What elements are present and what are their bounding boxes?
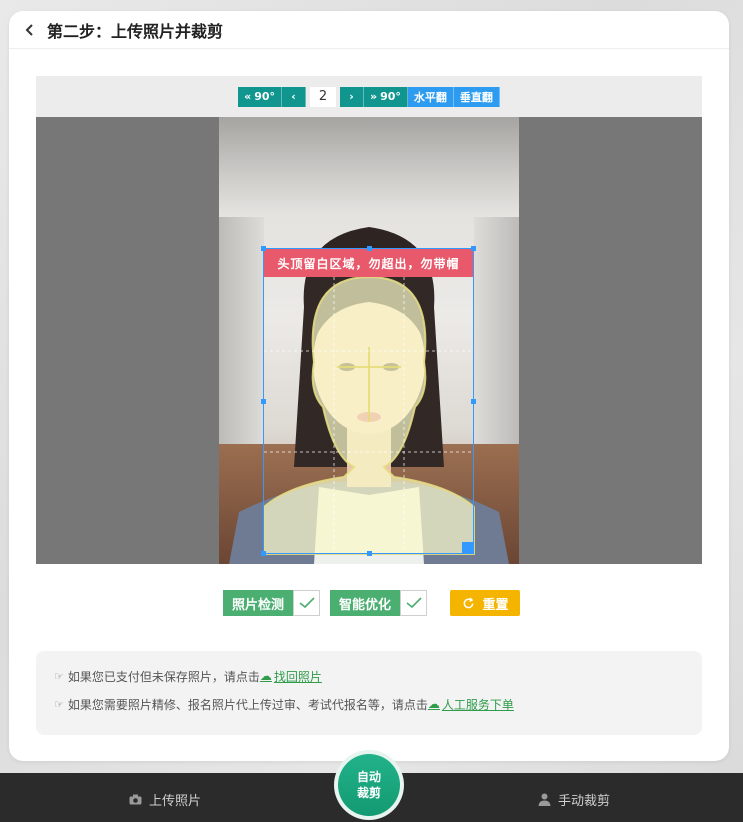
checkmark-icon: [406, 597, 422, 609]
flip-vertical-button[interactable]: 垂直翻: [453, 86, 500, 107]
back-button[interactable]: [15, 15, 45, 45]
recover-photo-link[interactable]: ☁ 找回照片: [260, 668, 322, 685]
notice-recover-text: 如果您已支付但未保存照片，请点击: [67, 669, 260, 684]
action-row: 照片检测 智能优化 重置: [9, 589, 729, 617]
rotate-left-90-button[interactable]: « 90°: [238, 86, 282, 107]
chevron-right-icon: ›: [349, 90, 354, 103]
photo-check-label[interactable]: 照片检测: [222, 590, 293, 616]
notice-service-text: 如果您需要照片精修、报名照片代上传过审、考试代报名等，请点击: [67, 697, 428, 712]
editor-toolbar: « 90° ‹ 2 › » 90° 水平翻 垂直翻: [36, 76, 702, 117]
photo-check-checkbox[interactable]: [293, 590, 320, 616]
reset-label: 重置: [482, 597, 509, 613]
rotate-right-90-button[interactable]: » 90°: [364, 86, 408, 107]
crop-handle-left[interactable]: [261, 399, 266, 404]
double-chevron-right-icon: »: [370, 90, 378, 103]
smart-optimize-label[interactable]: 智能优化: [330, 590, 401, 616]
crop-hint-banner: 头顶留白区域，勿超出，勿带帽: [264, 249, 473, 277]
crop-handle-bottom-left[interactable]: [261, 551, 266, 556]
photo-check-toggle[interactable]: 照片检测: [222, 590, 320, 616]
crop-card: 第二步：上传照片并裁剪 « 90° ‹ 2 › » 90° 水平翻 垂直翻 头顶…: [9, 11, 729, 761]
upload-photo-tab[interactable]: 上传照片: [129, 790, 201, 809]
crop-canvas[interactable]: 头顶留白区域，勿超出，勿带帽: [36, 117, 702, 564]
page-number: 2: [310, 86, 336, 107]
auto-crop-inner: 自动 裁剪: [338, 754, 400, 816]
crop-box[interactable]: 头顶留白区域，勿超出，勿带帽: [261, 246, 476, 556]
pointing-hand-icon: ☞: [54, 697, 64, 711]
crop-resize-corner[interactable]: [462, 542, 474, 554]
crop-handle-bottom[interactable]: [367, 551, 372, 556]
notice-box: ☞ 如果您已支付但未保存照片，请点击 ☁ 找回照片 ☞ 如果您需要照片精修、报名…: [36, 651, 702, 735]
camera-icon: [129, 794, 142, 805]
prev-button[interactable]: ‹: [282, 86, 306, 107]
crop-handle-top[interactable]: [367, 246, 372, 251]
person-icon: [538, 793, 551, 806]
crop-handle-top-left[interactable]: [261, 246, 266, 251]
notice-line-recover: ☞ 如果您已支付但未保存照片，请点击 ☁ 找回照片: [54, 662, 684, 690]
smart-optimize-checkbox[interactable]: [400, 590, 428, 616]
refresh-icon: [463, 596, 473, 608]
smart-optimize-toggle[interactable]: 智能优化: [330, 590, 428, 616]
notice-line-service: ☞ 如果您需要照片精修、报名照片代上传过审、考试代报名等，请点击 ☁ 人工服务下…: [54, 690, 684, 718]
auto-crop-button[interactable]: 自动 裁剪: [334, 750, 404, 820]
double-chevron-left-icon: «: [244, 90, 252, 103]
reset-button[interactable]: 重置: [450, 590, 521, 616]
crop-handle-right[interactable]: [471, 399, 476, 404]
checkmark-icon: [299, 597, 315, 609]
crop-handle-top-right[interactable]: [471, 246, 476, 251]
next-button[interactable]: ›: [340, 86, 364, 107]
card-header: 第二步：上传照片并裁剪: [9, 11, 729, 49]
upload-cloud-icon: ☁: [259, 669, 272, 683]
manual-crop-tab[interactable]: 手动裁剪: [538, 790, 610, 809]
chevron-left-icon: ‹: [291, 90, 296, 103]
page-title: 第二步：上传照片并裁剪: [47, 21, 224, 41]
flip-horizontal-button[interactable]: 水平翻: [407, 86, 454, 107]
pointing-hand-icon: ☞: [54, 669, 64, 683]
back-arrow-icon: [25, 23, 33, 36]
photo-editor: « 90° ‹ 2 › » 90° 水平翻 垂直翻 头顶留白区域，勿超出，勿带帽: [36, 76, 702, 564]
manual-service-link[interactable]: ☁ 人工服务下单: [428, 696, 514, 713]
upload-cloud-icon: ☁: [427, 697, 440, 711]
